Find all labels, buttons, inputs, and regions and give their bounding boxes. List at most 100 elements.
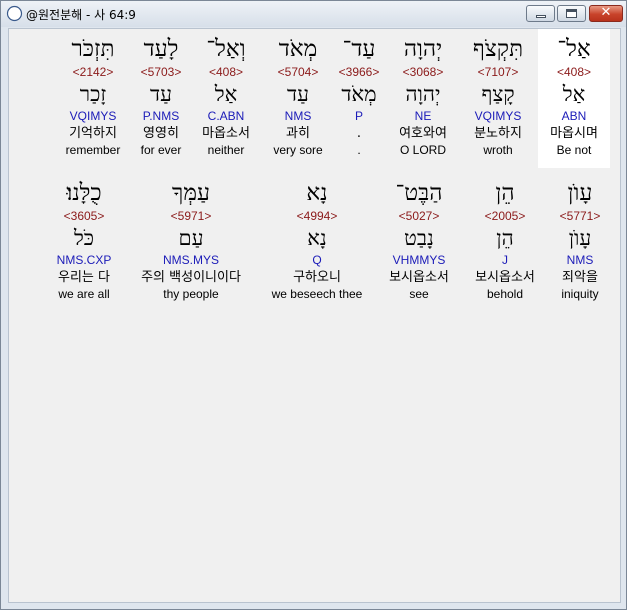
word-cell[interactable]: הַבֶּט־ <5027> נָבַט VHMMYS 보시옵소서 see [376,173,462,302]
word-cell[interactable]: עָוֺן <5771> עָוֺן NMS 죄악을 iniquity [546,173,614,302]
english-gloss: neither [207,143,245,157]
interlinear-panel: אַל־ <408> אַל ABN 마옵시며 Be not תִּקְצֹף … [8,28,621,603]
word-cell[interactable]: לָעַד <5703> עַד P.NMS 영영히 for ever [130,29,192,158]
maximize-button[interactable] [557,5,586,22]
hebrew-word: מְאֹד [278,36,318,62]
compass-app-icon [6,5,23,22]
hebrew-word: עַמְּךָ [172,180,210,206]
hebrew-word: אַל־ [557,36,591,62]
korean-gloss: 여호와여 [399,126,447,141]
korean-gloss: 마옵소서 [202,126,250,141]
strong-number[interactable]: <408> [192,64,260,80]
hebrew-lemma: קָצַף [481,82,515,106]
korean-gloss: 기억하지 [69,126,117,141]
strong-number[interactable]: <2005> [464,208,546,224]
strong-number[interactable]: <3966> [332,64,386,80]
strong-number[interactable]: <3068> [386,64,460,80]
hebrew-word: תִּקְצֹף [472,36,524,62]
strong-number[interactable]: <4994> [264,208,370,224]
korean-gloss: 주의 백성이니이다 [141,270,241,285]
hebrew-word: יְהוָה [403,36,443,62]
parsing-code: VQIMYS [69,109,117,123]
parsing-code: NE [414,109,432,123]
strong-number[interactable]: <2142> [56,64,130,80]
parsing-code: NMS [566,253,594,267]
strong-number[interactable]: <5703> [130,64,192,80]
korean-gloss: 영영히 [143,126,179,141]
hebrew-lemma: נָבַט [404,226,434,250]
hebrew-word: כֻלָּנוּ׃ [66,180,102,206]
word-cell[interactable]: תִּזְכֹּר <2142> זָכַר VQIMYS 기억하지 remem… [56,29,130,158]
hebrew-lemma: כֹּל [73,226,95,250]
strong-number[interactable]: <5704> [264,64,332,80]
word-cell[interactable]: תִּקְצֹף <7107> קָצַף VQIMYS 분노하지 wroth [460,29,536,158]
hebrew-word: לָעַד [143,36,179,62]
parsing-code: NMS.CXP [56,253,112,267]
hebrew-lemma: עַד [287,82,309,106]
parsing-code: ABN [561,109,587,123]
strong-number[interactable]: <5027> [376,208,462,224]
hebrew-lemma: עָוֺן [568,226,592,250]
hebrew-lemma: מְאֹד [341,82,377,106]
maximize-icon [566,9,577,18]
korean-gloss: 보시옵소서 [389,270,449,285]
hebrew-word: הֵן [495,180,515,206]
hebrew-lemma: אַל [214,82,238,106]
window-title: @원전분해 - 사 64:9 [26,8,136,22]
app-window: @원전분해 - 사 64:9 ✕ אַל־ <408> אַל ABN 마옵시며… [0,0,627,610]
english-gloss: Be not [556,143,592,157]
korean-gloss: 우리는 다 [58,270,110,285]
parsing-code: C.ABN [207,109,245,123]
word-cell[interactable]: אַל־ <408> אַל ABN 마옵시며 Be not [538,29,610,168]
english-gloss: very sore [273,143,323,157]
hebrew-lemma: הֵן [496,226,514,250]
hebrew-lemma: עַם [178,226,204,250]
english-gloss: . [357,143,361,157]
strong-number[interactable]: <5771> [546,208,614,224]
minimize-button[interactable] [526,5,555,22]
strong-number[interactable]: <408> [538,64,610,80]
hebrew-word: הַבֶּט־ [395,180,443,206]
korean-gloss: 죄악을 [562,270,598,285]
hebrew-lemma: זָכַר [79,82,107,106]
title-bar[interactable]: @원전분해 - 사 64:9 ✕ [1,1,626,27]
hebrew-word: וְאַל־ [206,36,246,62]
korean-gloss: 보시옵소서 [475,270,535,285]
english-gloss: wroth [483,143,513,157]
english-gloss: see [409,287,429,301]
hebrew-lemma: יְהוָה [405,82,441,106]
word-cell[interactable]: יְהוָה <3068> יְהוָה NE 여호와여 O LORD [386,29,460,158]
close-button[interactable]: ✕ [589,5,623,22]
korean-gloss: 구하오니 [293,270,341,285]
word-cell[interactable]: עַמְּךָ <5971> עַם NMS.MYS 주의 백성이니이다 thy… [124,173,258,302]
parsing-code: NMS.MYS [162,253,219,267]
english-gloss: behold [486,287,524,301]
hebrew-word: תִּזְכֹּר [71,36,115,62]
hebrew-word: נָא [306,180,328,206]
hebrew-word: עַד־ [342,36,376,62]
strong-number[interactable]: <3605> [46,208,122,224]
hebrew-lemma: אַל [562,82,586,106]
word-cell[interactable]: מְאֹד <5704> עַד NMS 과히 very sore [264,29,332,158]
parsing-code: P.NMS [142,109,180,123]
english-gloss: O LORD [399,143,446,157]
minimize-icon [536,15,546,18]
hebrew-lemma: נָא [307,226,327,250]
parsing-code: P [354,109,363,123]
word-cell[interactable]: נָא <4994> נָא Q 구하오니 we beseech thee [264,173,370,302]
parsing-code: VQIMYS [474,109,522,123]
word-cell[interactable]: וְאַל־ <408> אַל C.ABN 마옵소서 neither [192,29,260,158]
strong-number[interactable]: <7107> [460,64,536,80]
strong-number[interactable]: <5971> [124,208,258,224]
word-cell[interactable]: הֵן <2005> הֵן J 보시옵소서 behold [464,173,546,302]
parsing-code: Q [312,253,322,267]
parsing-code: VHMMYS [392,253,446,267]
english-gloss: remember [65,143,121,157]
english-gloss: we are all [58,287,110,301]
word-cell[interactable]: כֻלָּנוּ׃ <3605> כֹּל NMS.CXP 우리는 다 we a… [46,173,122,302]
parsing-code: J [502,253,508,267]
hebrew-word: עָוֺן [567,180,593,206]
parsing-code: NMS [284,109,312,123]
hebrew-lemma: עַד [150,82,172,106]
word-cell[interactable]: עַד־ <3966> מְאֹד P . . [332,29,386,158]
